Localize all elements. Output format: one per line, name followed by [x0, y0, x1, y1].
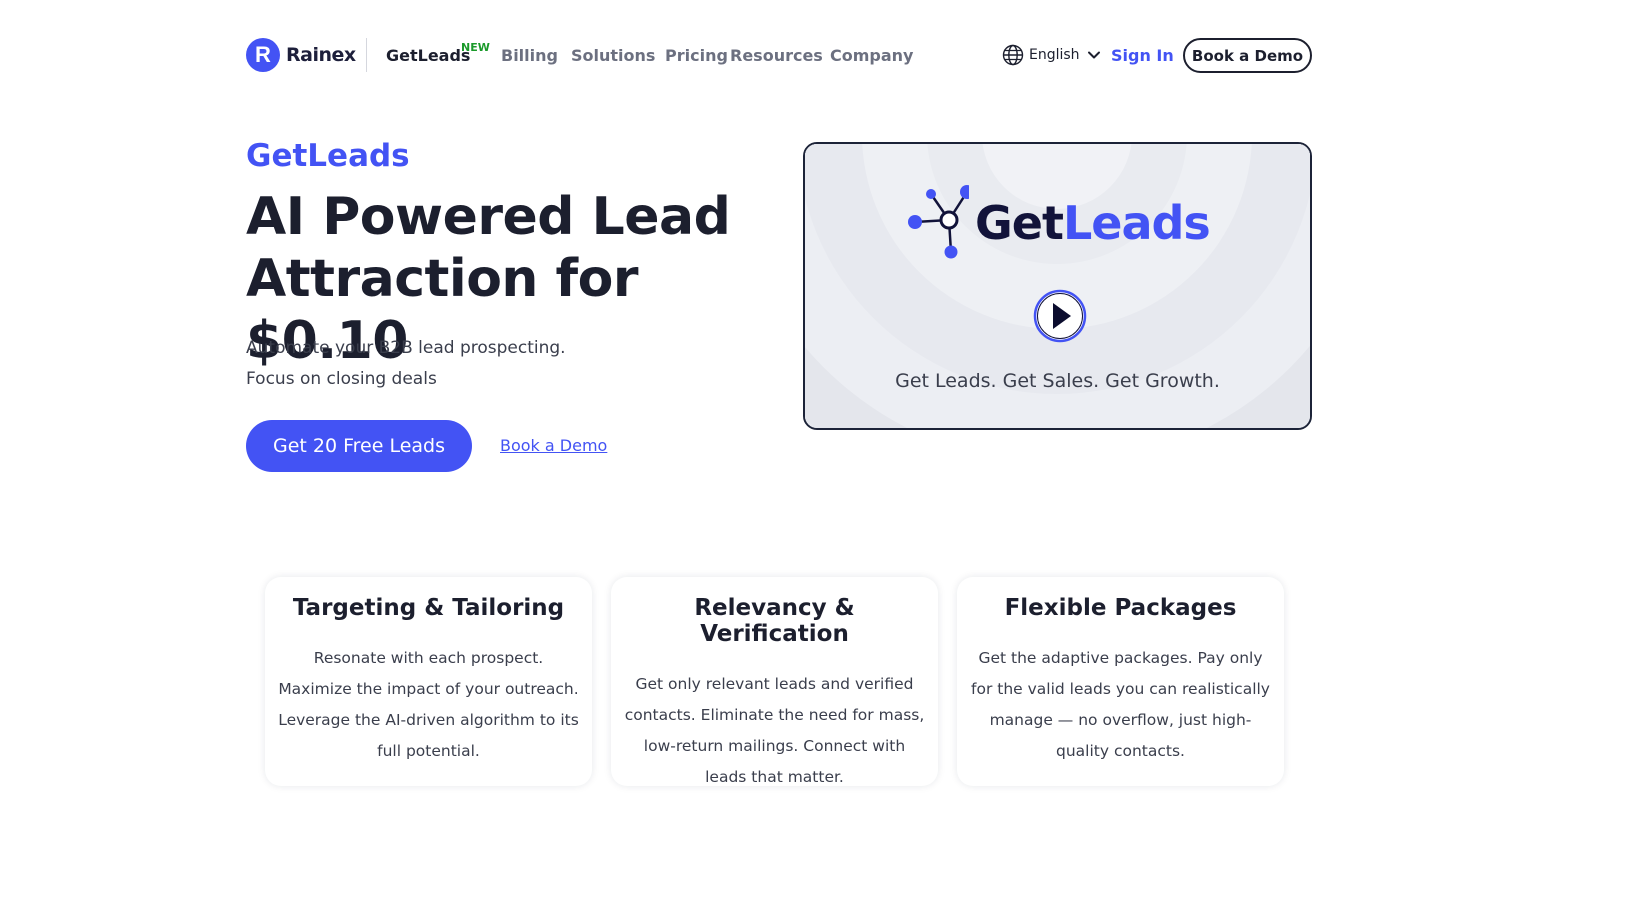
logo-divider	[366, 38, 367, 72]
feature-card-packages: Flexible Packages Get the adaptive packa…	[957, 577, 1284, 786]
nav-item-solutions[interactable]: Solutions	[571, 46, 655, 65]
hero-subtitle-line-1: Automate your B2B lead prospecting.	[246, 338, 566, 358]
hero-subtitle: Automate your B2B lead prospecting. Focu…	[246, 333, 566, 395]
chevron-down-icon	[1087, 51, 1100, 59]
network-icon	[908, 185, 969, 259]
new-badge: NEW	[461, 41, 490, 54]
globe-icon	[1002, 44, 1024, 66]
hero-title-line-1: AI Powered Lead	[246, 187, 731, 247]
feature-card-targeting: Targeting & Tailoring Resonate with each…	[265, 577, 592, 786]
sign-in-link[interactable]: Sign In	[1111, 46, 1174, 65]
logo-text: Rainex	[286, 44, 356, 66]
nav-item-getleads[interactable]: GetLeads	[386, 46, 470, 65]
play-icon[interactable]	[1033, 289, 1087, 343]
wordmark-leads: Leads	[1062, 196, 1211, 250]
rainex-logo[interactable]: R Rainex	[246, 38, 356, 72]
hero-subtitle-line-2: Focus on closing deals	[246, 369, 437, 389]
feature-title: Targeting & Tailoring	[292, 595, 565, 621]
feature-card-relevancy: Relevancy & Verification Get only releva…	[611, 577, 938, 786]
language-selector[interactable]: English	[1002, 44, 1102, 66]
hero-book-demo-link[interactable]: Book a Demo	[500, 436, 607, 455]
feature-text: Get only relevant leads and verified con…	[624, 675, 925, 786]
feature-title: Relevancy & Verification	[694, 595, 855, 647]
hero-eyebrow: GetLeads	[246, 138, 410, 174]
nav-item-company[interactable]: Company	[830, 46, 913, 65]
language-label: English	[1029, 47, 1080, 63]
video-player[interactable]: GetLeads Get Leads. Get Sales. Get Growt…	[803, 142, 1312, 430]
feature-text: Get the adaptive packages. Pay only for …	[971, 649, 1270, 760]
book-demo-button[interactable]: Book a Demo	[1183, 38, 1312, 73]
wordmark-get: Get	[975, 196, 1064, 250]
getleads-wordmark: GetLeads	[975, 196, 1211, 250]
feature-title: Flexible Packages	[1004, 595, 1237, 621]
nav-item-pricing[interactable]: Pricing	[665, 46, 728, 65]
site-header: R Rainex GetLeads NEW Billing Solutions …	[246, 36, 1312, 76]
nav-item-billing[interactable]: Billing	[501, 46, 558, 65]
get-free-leads-button[interactable]: Get 20 Free Leads	[246, 420, 472, 472]
getleads-logo: GetLeads	[905, 184, 1211, 262]
feature-text: Resonate with each prospect. Maximize th…	[278, 649, 579, 760]
nav-item-resources[interactable]: Resources	[730, 46, 823, 65]
logo-mark: R	[246, 38, 280, 72]
video-tagline: Get Leads. Get Sales. Get Growth.	[895, 370, 1220, 392]
